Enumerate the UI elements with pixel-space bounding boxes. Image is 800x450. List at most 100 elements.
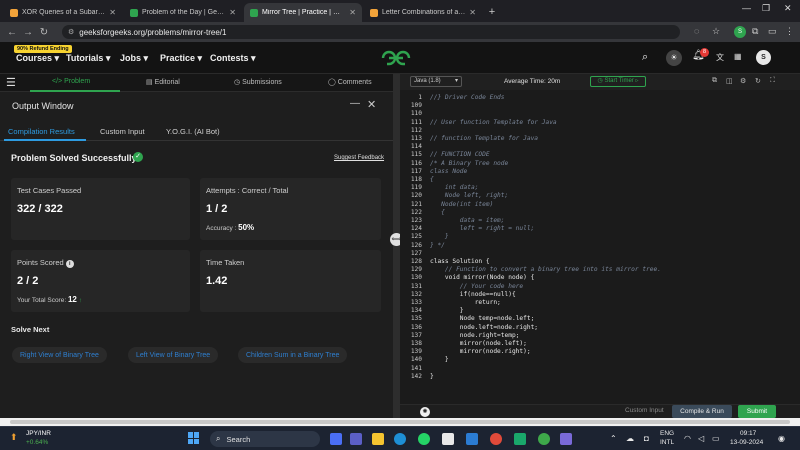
- code-line[interactable]: void mirror(Node node) {: [430, 274, 534, 282]
- code-app-icon[interactable]: [514, 433, 526, 445]
- language-code[interactable]: ENG: [660, 430, 674, 437]
- tab-comments[interactable]: ◯ Comments: [328, 78, 372, 86]
- browser-tab[interactable]: Mirror Tree | Practice | Geeksfo✕: [244, 3, 362, 22]
- code-line[interactable]: // function Template for Java: [430, 135, 538, 143]
- settings-icon[interactable]: ⚙: [740, 77, 746, 85]
- close-tab-icon[interactable]: ✕: [349, 8, 356, 17]
- tab-custom-input[interactable]: Custom Input: [100, 127, 145, 136]
- site-info-icon[interactable]: ⚙: [68, 28, 74, 36]
- chrome-icon[interactable]: [490, 433, 502, 445]
- search-icon[interactable]: ⌕: [642, 51, 648, 64]
- camera-icon[interactable]: ◘: [644, 434, 649, 443]
- url-input[interactable]: ⚙ geeksforgeeks.org/problems/mirror-tree…: [62, 25, 680, 39]
- browser-tab[interactable]: XOR Queries of a Subarray - Le✕: [4, 3, 122, 22]
- code-line[interactable]: }: [430, 373, 434, 381]
- stock-chart-icon[interactable]: ⬆: [10, 432, 18, 443]
- forward-icon[interactable]: →: [20, 27, 36, 38]
- close-tab-icon[interactable]: ✕: [469, 8, 476, 17]
- reload-icon[interactable]: ↻: [36, 27, 52, 38]
- custom-input-button[interactable]: Custom Input: [625, 407, 664, 414]
- eye-off-icon[interactable]: ◌: [694, 26, 699, 36]
- close-tab-icon[interactable]: ✕: [229, 8, 236, 17]
- copy-icon[interactable]: ⧉: [712, 77, 717, 85]
- task-view-icon[interactable]: [330, 433, 342, 445]
- hamburger-icon[interactable]: ☰: [6, 76, 16, 89]
- media-icon[interactable]: [560, 433, 572, 445]
- new-tab-button[interactable]: +: [484, 3, 500, 22]
- chrome-active-icon[interactable]: [538, 433, 550, 445]
- word-icon[interactable]: [466, 433, 478, 445]
- code-line[interactable]: class Solution {: [430, 258, 490, 266]
- reset-icon[interactable]: ↻: [755, 77, 761, 85]
- nav-courses[interactable]: Courses ▾: [16, 53, 59, 64]
- code-line[interactable]: if(node==null){: [430, 291, 516, 299]
- compile-run-button[interactable]: Compile & Run: [672, 405, 732, 418]
- code-line[interactable]: /* A Binary Tree node: [430, 160, 508, 168]
- code-line[interactable]: // FUNCTION CODE: [430, 151, 490, 159]
- close-window-icon[interactable]: ✕: [784, 3, 792, 14]
- code-line[interactable]: class Node: [430, 168, 467, 176]
- tab-yogi-bot[interactable]: Y.O.G.I. (AI Bot): [166, 127, 220, 136]
- hint-bulb-icon[interactable]: ✺: [420, 407, 430, 417]
- profile-avatar[interactable]: S: [756, 50, 771, 65]
- bookmark-star-icon[interactable]: ☆: [712, 26, 720, 37]
- code-line[interactable]: data = item;: [430, 217, 505, 225]
- language-sub[interactable]: INTL: [660, 439, 674, 446]
- code-line[interactable]: left = right = null;: [430, 225, 535, 233]
- code-line[interactable]: // Function to convert a binary tree int…: [430, 266, 661, 274]
- close-tab-icon[interactable]: ✕: [109, 8, 116, 17]
- browser-tab[interactable]: Problem of the Day | GeeksforG ✕: [124, 3, 242, 22]
- browser-tab[interactable]: Letter Combinations of a Phone ✕: [364, 3, 482, 22]
- nav-practice[interactable]: Practice ▾: [160, 53, 202, 64]
- nav-contests[interactable]: Contests ▾: [210, 53, 256, 64]
- minimize-icon[interactable]: —: [742, 3, 751, 13]
- taskbar-search[interactable]: ⌕ Search: [210, 431, 320, 447]
- code-line[interactable]: } */: [430, 242, 445, 250]
- code-line[interactable]: node.right=temp;: [430, 332, 520, 340]
- windows-start-icon[interactable]: [188, 432, 200, 444]
- code-line[interactable]: {: [430, 176, 434, 184]
- language-select[interactable]: Java (1.8) ▾: [410, 76, 462, 87]
- start-timer-button[interactable]: ◷ Start Timer ▹: [590, 76, 646, 87]
- notifications-icon[interactable]: ◉: [778, 434, 785, 443]
- solve-next-chip[interactable]: Left View of Binary Tree: [128, 347, 219, 363]
- tray-chevron-icon[interactable]: ⌃: [610, 434, 617, 443]
- battery-icon[interactable]: ▭: [712, 434, 720, 443]
- tab-problem[interactable]: </> Problem: [52, 78, 90, 85]
- maximize-icon[interactable]: ❐: [762, 3, 770, 14]
- tab-compilation-results[interactable]: Compilation Results: [8, 127, 75, 136]
- code-editor[interactable]: 1 //} Driver Code Ends 109 110 111 // User fu…: [400, 92, 800, 402]
- code-line[interactable]: }: [430, 307, 464, 315]
- minimize-panel-icon[interactable]: —: [350, 98, 360, 109]
- code-line[interactable]: }: [430, 356, 449, 364]
- file-explorer-icon[interactable]: [372, 433, 384, 445]
- code-line[interactable]: mirror(node.right);: [430, 348, 531, 356]
- submit-button[interactable]: Submit: [738, 405, 776, 418]
- code-line[interactable]: mirror(node.left);: [430, 340, 527, 348]
- code-line[interactable]: Node(int item): [430, 201, 493, 209]
- menu-icon[interactable]: ⋮: [785, 26, 794, 37]
- code-line[interactable]: Node left, right;: [430, 192, 508, 200]
- fullscreen-icon[interactable]: ⛶: [770, 77, 775, 85]
- nav-jobs[interactable]: Jobs ▾: [120, 53, 148, 64]
- gfg-logo[interactable]: [380, 48, 412, 68]
- solve-next-chip[interactable]: Right View of Binary Tree: [12, 347, 107, 363]
- code-line[interactable]: }: [430, 233, 449, 241]
- code-line[interactable]: {: [430, 209, 445, 217]
- back-icon[interactable]: ←: [4, 27, 20, 38]
- whatsapp-icon[interactable]: [418, 433, 430, 445]
- wifi-icon[interactable]: ◠: [684, 434, 691, 443]
- clock-time[interactable]: 09:17: [740, 430, 756, 437]
- close-panel-icon[interactable]: ✕: [367, 98, 376, 111]
- code-line[interactable]: node.left=node.right;: [430, 324, 538, 332]
- volume-icon[interactable]: ◁: [698, 434, 704, 443]
- grid-icon[interactable]: ▦: [734, 52, 742, 61]
- extensions-icon[interactable]: ⧉: [752, 26, 758, 37]
- code-line[interactable]: Node temp=node.left;: [430, 315, 535, 323]
- edge-icon[interactable]: [394, 433, 406, 445]
- tab-submissions[interactable]: ◷ Submissions: [234, 78, 282, 86]
- tab-editorial[interactable]: ▤ Editorial: [146, 78, 180, 86]
- solve-next-chip[interactable]: Children Sum in a Binary Tree: [238, 347, 348, 363]
- translate-icon[interactable]: 文: [716, 52, 724, 63]
- scrollbar-thumb[interactable]: [10, 420, 790, 424]
